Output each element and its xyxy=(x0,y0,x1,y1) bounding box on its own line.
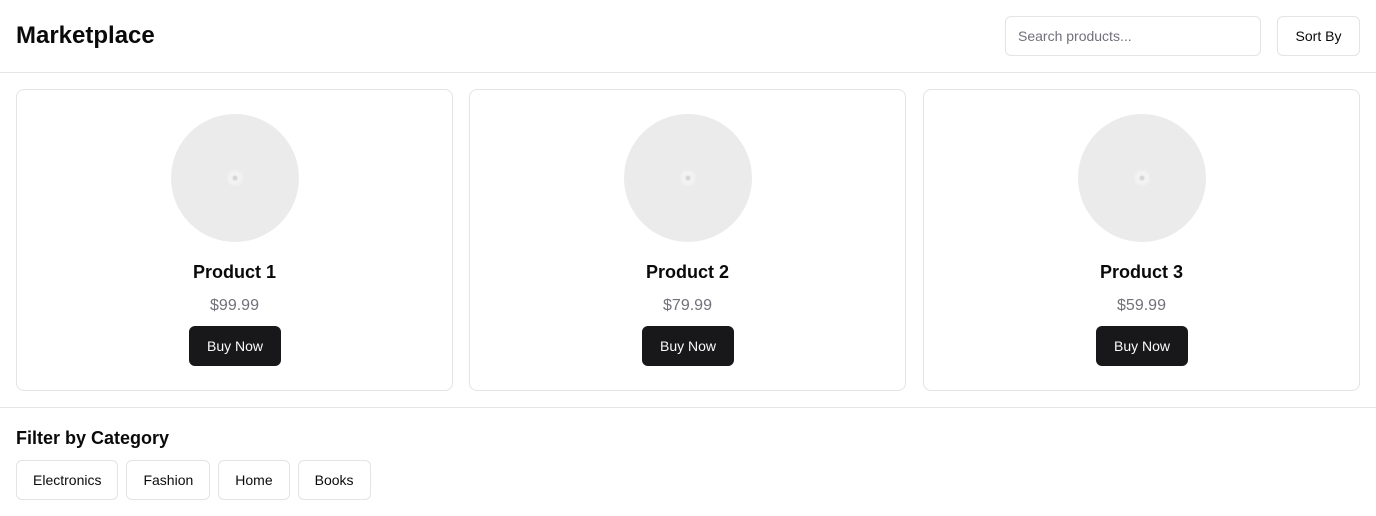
product-grid: Product 1 $99.99 Buy Now Product 2 $79.9… xyxy=(0,73,1376,408)
product-price: $59.99 xyxy=(1117,297,1166,314)
product-image xyxy=(624,114,752,242)
category-chip-fashion[interactable]: Fashion xyxy=(126,460,211,500)
category-chip-home[interactable]: Home xyxy=(218,460,290,500)
sort-by-button[interactable]: Sort By xyxy=(1277,16,1360,56)
category-chip-books[interactable]: Books xyxy=(297,460,371,500)
image-placeholder-icon xyxy=(225,168,245,188)
buy-now-button[interactable]: Buy Now xyxy=(642,326,734,366)
category-chip-electronics[interactable]: Electronics xyxy=(16,460,119,500)
product-price: $99.99 xyxy=(210,297,259,314)
filter-heading: Filter by Category xyxy=(16,428,170,448)
image-placeholder-icon xyxy=(678,168,698,188)
product-card: Product 1 $99.99 Buy Now xyxy=(16,89,453,391)
product-name: Product 3 xyxy=(1099,262,1183,282)
top-bar: Marketplace Sort By xyxy=(0,0,1376,73)
product-name: Product 2 xyxy=(645,262,729,282)
buy-now-button[interactable]: Buy Now xyxy=(1096,326,1188,366)
buy-now-button[interactable]: Buy Now xyxy=(189,326,281,366)
page-title: Marketplace xyxy=(16,22,155,49)
product-image xyxy=(171,114,299,242)
product-price: $79.99 xyxy=(663,297,712,314)
product-card: Product 3 $59.99 Buy Now xyxy=(923,89,1360,391)
category-filter-list: Electronics Fashion Home Books xyxy=(16,460,371,500)
image-placeholder-icon xyxy=(1132,168,1152,188)
product-name: Product 1 xyxy=(192,262,276,282)
search-input[interactable] xyxy=(1005,16,1261,56)
product-image xyxy=(1078,114,1206,242)
product-card: Product 2 $79.99 Buy Now xyxy=(469,89,906,391)
